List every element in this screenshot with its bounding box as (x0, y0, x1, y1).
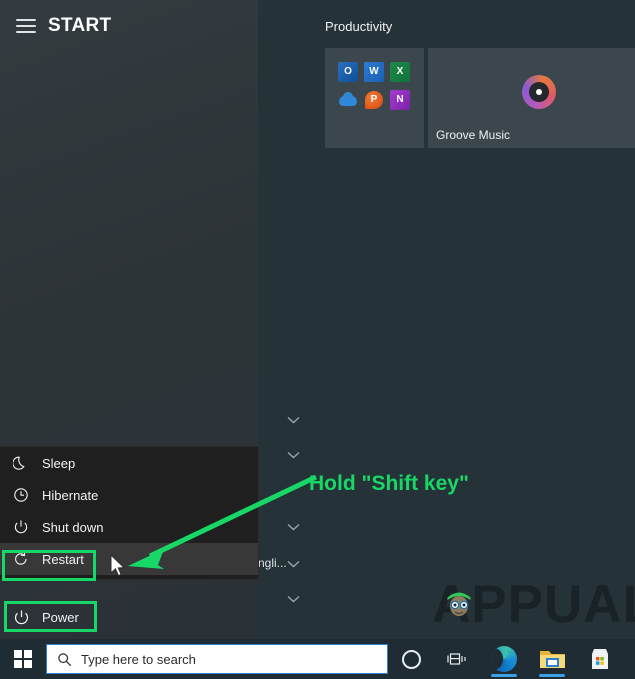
moon-icon (0, 455, 42, 471)
mouse-pointer (110, 553, 126, 578)
page-title: START (48, 15, 112, 36)
office-folder-tile[interactable]: O W X P N (325, 48, 424, 148)
search-placeholder: Type here to search (81, 651, 196, 667)
search-icon (47, 652, 81, 667)
start-menu-header: START (0, 0, 258, 50)
power-flyout-menu: Sleep Hibernate Shut down Restart (0, 447, 258, 579)
power-button-label: Power (42, 609, 79, 625)
appuals-mascot-icon (444, 585, 474, 619)
tiles-area: Productivity O W X P N Groove Music (258, 0, 635, 639)
power-icon (0, 609, 42, 626)
taskbar-app-active-indicator (491, 674, 517, 677)
office-mini-icons: O W X P N (335, 58, 415, 114)
power-button[interactable]: Power (0, 600, 258, 634)
hamburger-menu-icon[interactable] (16, 19, 36, 33)
power-menu-item-sleep[interactable]: Sleep (0, 447, 258, 479)
chevron-down-icon[interactable] (287, 451, 300, 459)
windows-logo-icon (14, 650, 32, 668)
taskbar-app-microsoft-store[interactable] (576, 639, 624, 679)
task-view-icon[interactable] (434, 639, 480, 679)
groove-music-tile-label: Groove Music (436, 128, 511, 142)
powerpoint-icon: P (364, 90, 384, 110)
clock-icon (0, 487, 42, 503)
taskbar-app-file-explorer[interactable] (528, 639, 576, 679)
onedrive-icon (338, 90, 358, 110)
edge-icon (491, 646, 517, 672)
search-input[interactable]: Type here to search (46, 644, 388, 674)
power-menu-item-label: Shut down (42, 519, 104, 535)
power-menu-item-label: Restart (42, 551, 84, 567)
chevron-down-icon[interactable] (287, 595, 300, 603)
groove-music-icon (522, 75, 556, 109)
app-list-partial-label: ngli... (258, 556, 287, 570)
taskbar-app-microsoft-edge[interactable] (480, 639, 528, 679)
file-explorer-icon (539, 648, 566, 670)
tile-group-title: Productivity (325, 19, 393, 34)
chevron-down-icon[interactable] (287, 560, 300, 568)
microsoft-store-icon (588, 647, 612, 671)
annotation-text: Hold "Shift key" (309, 472, 469, 495)
start-button[interactable] (0, 639, 46, 679)
power-menu-item-hibernate[interactable]: Hibernate (0, 479, 258, 511)
onenote-icon: N (390, 90, 410, 110)
power-menu-item-label: Sleep (42, 455, 76, 471)
power-menu-item-label: Hibernate (42, 487, 99, 503)
outlook-icon: O (338, 62, 358, 82)
start-menu: START Productivity O W X P N Groove Musi… (0, 0, 635, 639)
word-icon: W (364, 62, 384, 82)
power-menu-item-restart[interactable]: Restart (0, 543, 258, 575)
restart-icon (0, 551, 42, 567)
excel-icon: X (390, 62, 410, 82)
chevron-down-icon[interactable] (287, 416, 300, 424)
taskbar-app-active-indicator (539, 674, 565, 677)
chevron-down-icon[interactable] (287, 523, 300, 531)
taskbar: Type here to search (0, 639, 635, 679)
groove-music-tile[interactable]: Groove Music (428, 48, 635, 148)
power-menu-item-shutdown[interactable]: Shut down (0, 511, 258, 543)
power-icon (0, 519, 42, 535)
screen-root: START Productivity O W X P N Groove Musi… (0, 0, 635, 679)
powerpoint-letter: P (370, 94, 378, 105)
cortana-icon[interactable] (388, 639, 434, 679)
